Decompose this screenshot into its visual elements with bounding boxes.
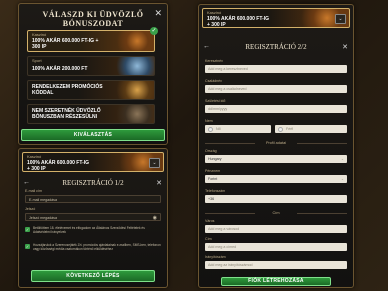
registration-heading: REGISZTRÁCIÓ 2/2 — [245, 43, 307, 51]
phone-field[interactable]: +36 — [205, 195, 347, 203]
street-field[interactable]: Add meg a címed — [205, 243, 347, 251]
page-title: VÁLASZD KI ÜDVÖZLŐ BÓNUSZODAT — [19, 10, 167, 28]
gender-male-option[interactable]: Férfi — [275, 125, 347, 133]
offer-casino[interactable]: Kaszinó 100% AKÁR 600.000 FT-IG + 300 IP… — [27, 27, 158, 52]
casino-art-icon — [112, 31, 154, 51]
radio-male[interactable] — [278, 126, 283, 132]
chevron-down-icon[interactable]: ⌄ — [149, 158, 160, 168]
last-name-label: Családnév — [205, 79, 222, 83]
birth-date-label: Születési idő — [205, 99, 226, 103]
title-line-1: VÁLASZD KI ÜDVÖZLŐ — [42, 10, 144, 19]
city-field[interactable]: Add meg a városod — [205, 225, 347, 233]
bonus-line-2: + 300 IP — [27, 166, 46, 172]
currency-label: Pénznem — [205, 169, 221, 173]
create-account-button[interactable]: FIÓK LÉTREHOZÁSA — [221, 277, 331, 286]
title-line-2: BÓNUSZODAT — [62, 19, 124, 28]
selected-bonus-bar[interactable]: Kaszinó 100% AKÁR 600.000 FT-IG + 300 IP… — [202, 8, 350, 28]
first-name-label: Keresztnév — [205, 59, 223, 63]
offer-line-1: 100% AKÁR 200.000 FT — [32, 66, 88, 72]
country-label: Ország — [205, 149, 217, 153]
registration-heading: REGISZTRÁCIÓ 1/2 — [62, 179, 124, 187]
consent-checkbox-1[interactable]: ✓ — [25, 227, 30, 232]
zip-label: Irányítószám — [205, 255, 226, 259]
screen: ✕ VÁLASZD KI ÜDVÖZLŐ BÓNUSZODAT Kaszinó … — [0, 0, 388, 291]
currency-select[interactable]: Forint ⌄ — [205, 175, 347, 183]
offer-promo-code[interactable]: RENDELKEZEM PROMÓCIÓS KÓDDAL — [27, 80, 155, 100]
sport-art-icon — [112, 57, 154, 75]
next-step-button[interactable]: KÖVETKEZŐ LÉPÉS — [31, 270, 155, 282]
currency-value: Forint — [208, 177, 218, 181]
profile-section-title: Profil adatai — [205, 141, 347, 145]
select-button[interactable]: KIVÁLASZTÁS — [21, 129, 165, 141]
gender-female-label: Nő — [216, 127, 221, 131]
phone-prefix: +36 — [208, 197, 215, 201]
chevron-down-icon[interactable]: ⌄ — [335, 14, 346, 24]
radio-female[interactable] — [208, 126, 213, 132]
phone-label: Telefonszám — [205, 189, 226, 193]
registration-step-1-panel: Kaszinó 100% AKÁR 600.000 FT-IG + 300 IP… — [18, 148, 168, 288]
gender-male-label: Férfi — [286, 127, 294, 131]
address-section-title: Cím — [205, 211, 347, 215]
offer-line-2: 300 IP — [32, 44, 47, 50]
eye-icon[interactable]: ◉ — [153, 214, 157, 222]
birth-date-field[interactable]: dd/mm/yyyy — [205, 105, 347, 113]
selected-bonus-bar[interactable]: Kaszinó 100% AKÁR 600.000 FT-IG + 300 IP… — [22, 152, 164, 172]
zip-field[interactable]: Add meg az irányítószámod — [205, 261, 347, 269]
password-field[interactable]: Jelszó megadása ◉ — [25, 213, 161, 221]
last-name-field[interactable]: Add meg a családneved — [205, 85, 347, 93]
email-field[interactable]: E-mail megadása — [25, 195, 161, 203]
offer-sport[interactable]: Sport 100% AKÁR 200.000 FT — [27, 56, 155, 76]
country-value: Hungary — [208, 157, 222, 161]
gender-female-option[interactable]: Nő — [205, 125, 271, 133]
no-bonus-art-icon — [112, 105, 154, 123]
close-icon[interactable]: ✕ — [156, 179, 162, 187]
offer-line-2: KÓDDAL — [32, 90, 54, 96]
consent-checkbox-2[interactable]: ✓ — [25, 244, 30, 249]
consent-text-1: Betöltöttem 18. életévemet és elfogadom … — [33, 226, 145, 234]
selected-check-icon: ✓ — [150, 27, 158, 35]
offer-line-2: BÓNUSZBAN RÉSZESÜLNI — [32, 114, 98, 120]
city-label: Város — [205, 219, 215, 223]
gender-label: Nem — [205, 119, 213, 123]
offer-no-bonus[interactable]: NEM SZERETNÉK ÜDVÖZLŐ BÓNUSZBAN RÉSZESÜL… — [27, 104, 155, 124]
bonus-selection-panel: ✕ VÁLASZD KI ÜDVÖZLŐ BÓNUSZODAT Kaszinó … — [18, 3, 168, 145]
password-placeholder: Jelszó megadása — [29, 216, 57, 220]
email-label: E-mail cím — [25, 189, 42, 193]
chevron-down-icon: ⌄ — [340, 177, 344, 181]
close-icon[interactable]: ✕ — [342, 43, 348, 51]
consent-text-2: Hozzájárulok a Szerencsejáték Zrt. promó… — [33, 243, 161, 251]
first-name-field[interactable]: Add meg a keresztneved — [205, 65, 347, 73]
registration-step-2-panel: Kaszinó 100% AKÁR 600.000 FT-IG + 300 IP… — [198, 4, 354, 288]
chevron-down-icon: ⌄ — [340, 157, 344, 161]
password-label: Jelszó — [25, 207, 36, 211]
street-label: Cím — [205, 237, 212, 241]
bonus-line-2: + 300 IP — [207, 22, 226, 28]
country-select[interactable]: Hungary ⌄ — [205, 155, 347, 163]
promo-art-icon — [112, 81, 154, 99]
